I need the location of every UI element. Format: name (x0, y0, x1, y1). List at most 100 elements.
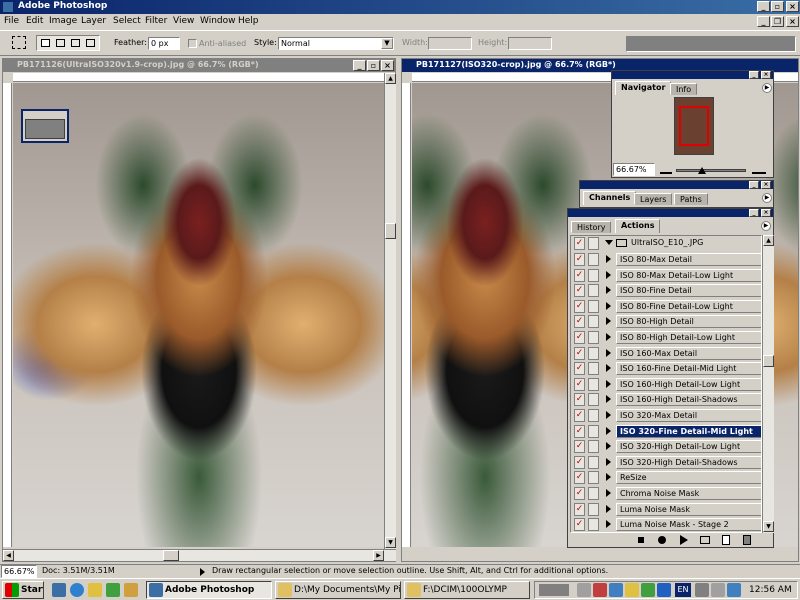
document-window-1[interactable]: PB171126(UltraISO320v1.9-crop).jpg @ 66.… (2, 58, 396, 562)
tray-app-icon-7[interactable] (695, 583, 709, 597)
palette-menu-arrow-icon[interactable]: ▶ (762, 83, 772, 93)
menu-view[interactable]: View (173, 16, 194, 26)
doc-minimize-button[interactable]: _ (757, 16, 770, 27)
action-row[interactable]: ✓ ISO 80-Max Detail-Low Light (574, 268, 761, 283)
action-checkbox[interactable]: ✓ (574, 424, 585, 438)
action-label[interactable]: ISO 80-High Detail (616, 315, 761, 329)
action-label[interactable]: ISO 160-High Detail-Low Light (616, 377, 761, 391)
action-row[interactable]: ✓ ReSize (574, 470, 761, 485)
action-label[interactable]: ReSize (616, 471, 761, 485)
action-checkbox[interactable]: ✓ (574, 487, 585, 500)
menu-file[interactable]: File (4, 16, 19, 26)
action-label[interactable]: ISO 80-Max Detail (616, 253, 761, 266)
action-checkbox[interactable]: ✓ (574, 362, 585, 376)
navigator-minimize-button[interactable]: _ (749, 71, 759, 79)
app2-quicklaunch-icon[interactable] (124, 583, 138, 597)
app-quicklaunch-icon[interactable] (106, 583, 120, 597)
action-label[interactable]: ISO 320-High Detail-Shadows (616, 455, 761, 469)
expand-arrow-icon[interactable] (606, 301, 611, 310)
action-set-row[interactable]: ✓ UltraISO_E10_.JPG (571, 236, 761, 251)
doc-restore-button[interactable]: ❐ (771, 16, 784, 27)
action-row[interactable]: ✓ ISO 320-High Detail-Low Light (574, 439, 761, 454)
action-dialog-toggle[interactable] (588, 471, 599, 485)
expand-arrow-icon[interactable] (606, 520, 611, 529)
action-label[interactable]: Luma Noise Mask (616, 502, 761, 516)
expand-arrow-icon[interactable] (606, 270, 611, 279)
tray-gray-icon[interactable] (539, 584, 569, 596)
action-checkbox[interactable]: ✓ (574, 253, 585, 266)
ie-quicklaunch-icon[interactable] (70, 583, 84, 597)
expand-arrow-icon[interactable] (606, 395, 611, 404)
action-checkbox[interactable]: ✓ (574, 409, 585, 422)
menu-help[interactable]: Help (238, 16, 259, 26)
tab-navigator[interactable]: Navigator (615, 81, 672, 95)
action-dialog-toggle[interactable] (588, 362, 599, 376)
action-row[interactable]: ✓ ISO 80-High Detail-Low Light (574, 330, 761, 345)
action-dialog-toggle[interactable] (588, 424, 599, 438)
doc1-maximize-button[interactable]: ▫ (367, 60, 380, 71)
expand-arrow-icon[interactable] (606, 317, 611, 326)
menu-edit[interactable]: Edit (26, 16, 43, 26)
tray-app-icon-6[interactable] (657, 583, 671, 597)
tab-layers[interactable]: Layers (634, 193, 673, 205)
status-zoom-input[interactable]: 66.67% (1, 565, 37, 578)
action-checkbox[interactable]: ✓ (574, 315, 585, 329)
scroll-thumb[interactable] (385, 223, 396, 239)
action-checkbox[interactable]: ✓ (574, 268, 585, 282)
action-checkbox[interactable]: ✓ (574, 455, 585, 469)
action-checkbox[interactable]: ✓ (574, 440, 585, 454)
expand-arrow-icon[interactable] (606, 286, 611, 295)
style-select[interactable]: Normal (278, 37, 394, 50)
tab-history[interactable]: History (571, 221, 612, 233)
tab-channels[interactable]: Channels (583, 191, 637, 205)
expand-arrow-icon[interactable] (606, 333, 611, 341)
expand-arrow-icon[interactable] (606, 364, 611, 373)
status-menu-arrow-icon[interactable] (200, 568, 205, 576)
zoom-in-icon[interactable] (752, 165, 766, 174)
expand-arrow-icon[interactable] (606, 457, 611, 466)
action-dialog-toggle[interactable] (588, 268, 599, 282)
action-row[interactable]: ✓ ISO 160-High Detail-Shadows (574, 392, 761, 407)
action-row[interactable]: ✓ ISO 80-Fine Detail (574, 283, 761, 298)
action-dialog-toggle[interactable] (588, 284, 599, 298)
action-row[interactable]: ✓ ISO 160-Fine Detail-Mid Light (574, 361, 761, 376)
menu-select[interactable]: Select (113, 16, 141, 26)
action-label[interactable]: ISO 320-Max Detail (616, 409, 761, 422)
tab-paths[interactable]: Paths (674, 193, 708, 205)
expand-arrow-icon[interactable] (606, 411, 611, 419)
chevron-down-icon[interactable]: ▼ (381, 38, 393, 49)
tray-app-icon-2[interactable] (593, 583, 607, 597)
menu-layer[interactable]: Layer (81, 16, 106, 26)
action-set-dialog-toggle[interactable] (588, 237, 599, 250)
tray-app-icon-1[interactable] (577, 583, 591, 597)
action-row[interactable]: ✓ ISO 320-Max Detail (574, 408, 761, 423)
maximize-button[interactable]: ▫ (771, 1, 784, 12)
expand-arrow-icon[interactable] (606, 255, 611, 263)
action-label[interactable]: ISO 80-Fine Detail (616, 284, 761, 298)
zoom-out-icon[interactable] (660, 165, 672, 174)
volume-icon[interactable] (711, 583, 725, 597)
action-checkbox[interactable]: ✓ (574, 331, 585, 344)
action-dialog-toggle[interactable] (588, 331, 599, 344)
tab-actions[interactable]: Actions (615, 219, 661, 233)
navigator-zoom-input[interactable]: 66.67% (613, 163, 655, 176)
antialiased-checkbox[interactable] (188, 39, 197, 48)
action-dialog-toggle[interactable] (588, 455, 599, 469)
action-label[interactable]: ISO 160-High Detail-Shadows (616, 393, 761, 407)
action-checkbox[interactable]: ✓ (574, 299, 585, 313)
taskbar-item-my-pictures[interactable]: D:\My Documents\My Pict... (275, 581, 401, 599)
expand-arrow-icon[interactable] (606, 442, 611, 451)
action-dialog-toggle[interactable] (588, 502, 599, 516)
actions-close-button[interactable]: × (761, 209, 771, 217)
mask-photo-canvas[interactable] (13, 83, 385, 547)
action-label[interactable]: ISO 80-High Detail-Low Light (616, 331, 761, 344)
menu-filter[interactable]: Filter (145, 16, 167, 26)
doc1-close-button[interactable]: × (381, 60, 394, 71)
menu-window[interactable]: Window (200, 16, 236, 26)
action-row[interactable]: ✓ ISO 320-High Detail-Shadows (574, 455, 761, 470)
expand-arrow-icon[interactable] (606, 489, 611, 497)
action-label[interactable]: ISO 80-Max Detail-Low Light (616, 268, 761, 282)
action-dialog-toggle[interactable] (588, 377, 599, 391)
action-label[interactable]: ISO 320-Fine Detail-Mid Light (616, 424, 761, 438)
expand-arrow-icon[interactable] (606, 426, 611, 435)
